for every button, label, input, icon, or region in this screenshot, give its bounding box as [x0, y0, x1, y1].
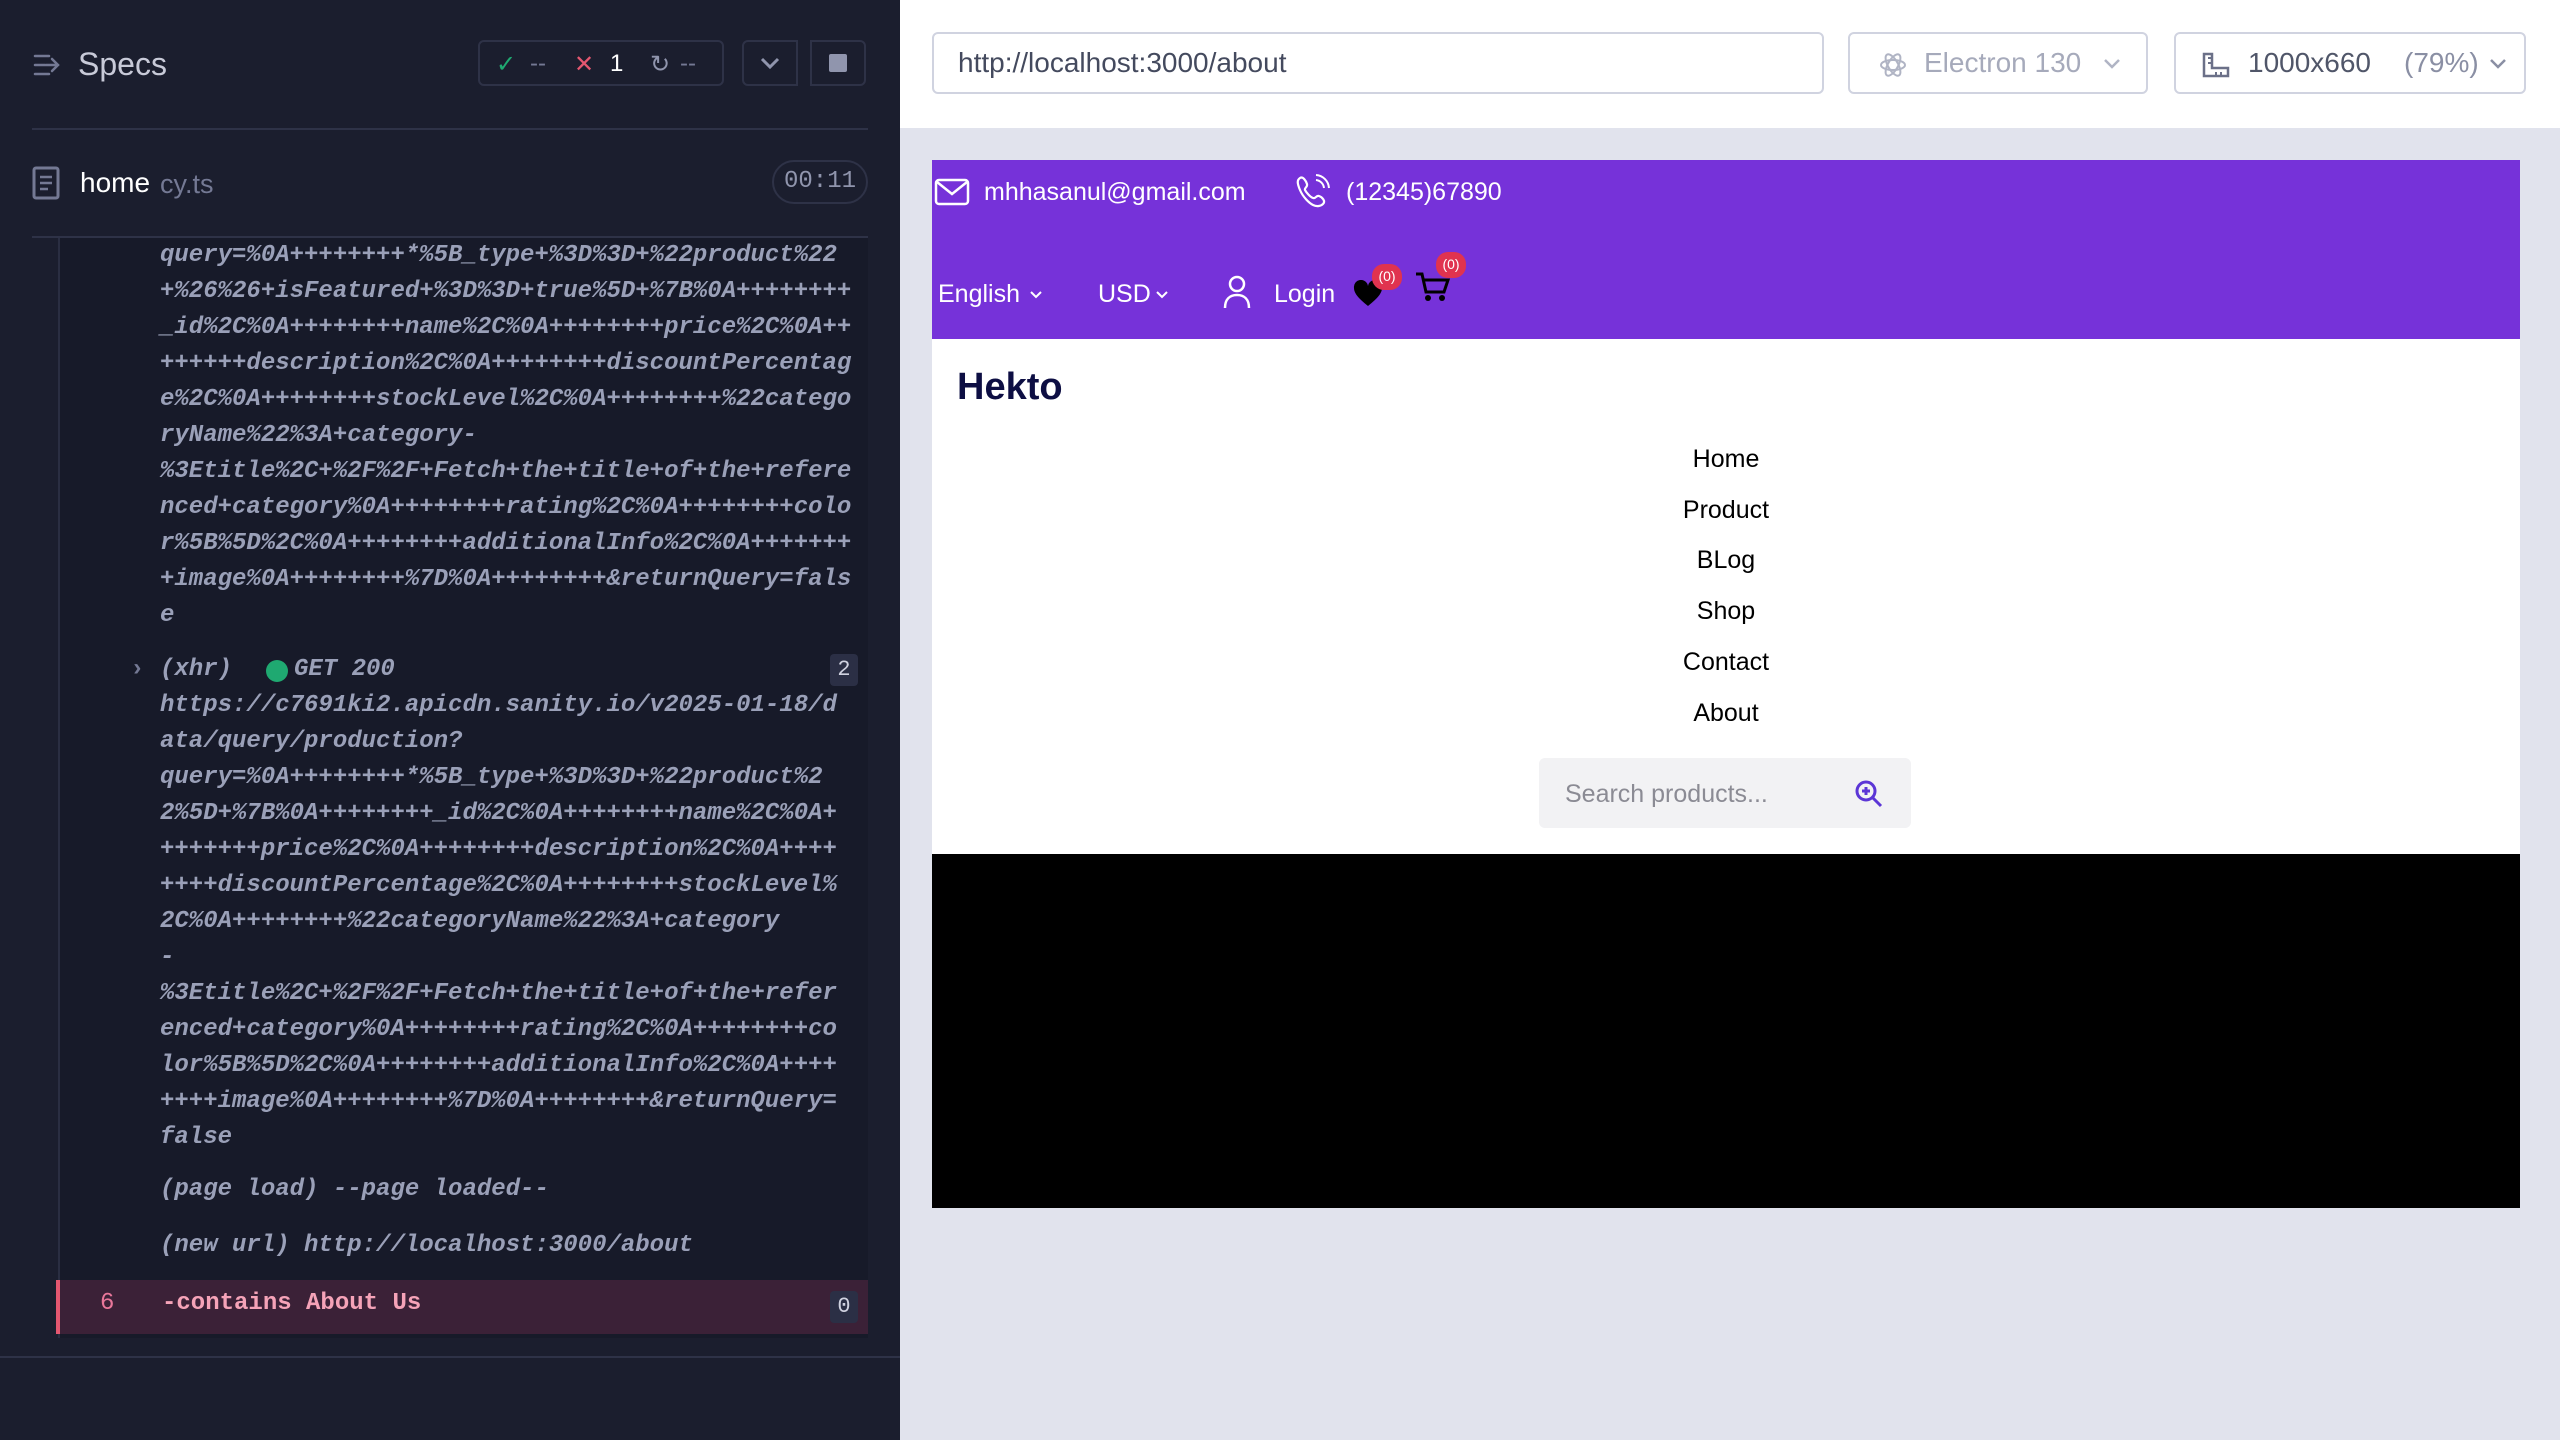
electron-icon [1880, 53, 1906, 77]
expand-collapse-button[interactable] [742, 40, 798, 86]
failed-count: 1 [610, 50, 624, 77]
nav-home[interactable]: Home [932, 445, 2520, 474]
nav-blog[interactable]: BLog [932, 546, 2520, 575]
search-box[interactable]: Search products... [1539, 758, 1911, 828]
currency-dropdown[interactable]: USD [1098, 280, 1151, 309]
request-url-text[interactable]: https://c7691ki2.apicdn.sanity.io/v2025-… [160, 688, 840, 1156]
viewport-selector[interactable]: 1000x660 (79%) [2174, 32, 2526, 94]
brand-logo[interactable]: Hekto [957, 366, 1063, 409]
chevron-down-icon [2490, 59, 2506, 69]
aut-url-bar[interactable]: http://localhost:3000/about [932, 32, 1824, 94]
failed-command-row[interactable]: 6 -contains About Us 0 [56, 1280, 868, 1334]
app-under-test: mhhasanul@gmail.com (12345)67890 English… [932, 160, 2520, 1208]
file-icon [32, 166, 60, 200]
nav-product[interactable]: Product [932, 496, 2520, 525]
failed-x-icon: ✕ [574, 51, 595, 78]
app-top-bar: mhhasanul@gmail.com (12345)67890 English… [932, 160, 2520, 339]
nav-shop[interactable]: Shop [932, 597, 2520, 626]
chevron-down-icon [760, 57, 780, 70]
contact-email[interactable]: mhhasanul@gmail.com [984, 178, 1246, 207]
viewport-scale: (79%) [2404, 47, 2479, 78]
phone-icon [1296, 174, 1330, 208]
command-number: 6 [100, 1290, 115, 1317]
command-log-rail [58, 238, 60, 1338]
spec-file-ext: cy.ts [160, 169, 214, 199]
new-url-log[interactable]: (new url) http://localhost:3000/about [160, 1228, 693, 1264]
divider [0, 1356, 900, 1358]
test-stats: ✓ -- ✕ 1 ↻ -- [478, 40, 724, 86]
spec-duration: 00:11 [772, 160, 868, 204]
user-icon [1223, 275, 1251, 309]
contact-phone[interactable]: (12345)67890 [1346, 178, 1502, 207]
language-dropdown[interactable]: English [938, 280, 1020, 309]
pending-count: -- [680, 50, 696, 77]
viewport-size: 1000x660 [2248, 47, 2372, 78]
stop-button[interactable] [810, 40, 866, 86]
browser-selector[interactable]: Electron 130 [1848, 32, 2148, 94]
xhr-type: (xhr) [160, 656, 233, 683]
page-load-log[interactable]: (page load) --page loaded-- [160, 1172, 549, 1208]
stop-icon [829, 54, 847, 72]
pending-spinner-icon: ↻ [650, 51, 671, 78]
spec-file-name[interactable]: home [80, 167, 150, 199]
request-url-text[interactable]: query=%0A++++++++*%5B_type+%3D%3D+%22pro… [160, 238, 860, 634]
passed-count: -- [530, 50, 546, 77]
nav-about[interactable]: About [932, 699, 2520, 728]
cypress-runner-panel: Specs ✓ -- ✕ 1 ↻ -- home cy.ts 00:11 que… [0, 0, 900, 1440]
search-input[interactable]: Search products... [1565, 780, 1768, 809]
request-count-badge: 2 [830, 654, 858, 686]
specs-title[interactable]: Specs [78, 46, 167, 83]
failed-command-text: -contains About Us [162, 1290, 422, 1317]
status-dot-icon [266, 660, 288, 682]
nav-contact[interactable]: Contact [932, 648, 2520, 677]
mail-icon [934, 178, 970, 206]
command-count-badge: 0 [830, 1291, 858, 1323]
passed-check-icon: ✓ [496, 51, 517, 78]
chevron-down-icon [1030, 291, 1042, 299]
viewport-ruler-icon [2202, 52, 2230, 78]
search-icon[interactable] [1853, 778, 1885, 810]
cart-count-badge: (0) [1436, 252, 1466, 278]
hero-banner [932, 854, 2520, 1208]
login-link[interactable]: Login [1274, 280, 1335, 309]
chevron-down-icon [2104, 59, 2120, 69]
specs-list-icon[interactable] [32, 50, 62, 80]
divider [32, 128, 868, 130]
xhr-status: GET 200 [294, 656, 395, 683]
browser-name: Electron 130 [1924, 47, 2082, 78]
chevron-down-icon [1156, 291, 1168, 299]
wishlist-count-badge: (0) [1372, 264, 1402, 290]
chevron-right-icon[interactable]: › [130, 652, 144, 688]
